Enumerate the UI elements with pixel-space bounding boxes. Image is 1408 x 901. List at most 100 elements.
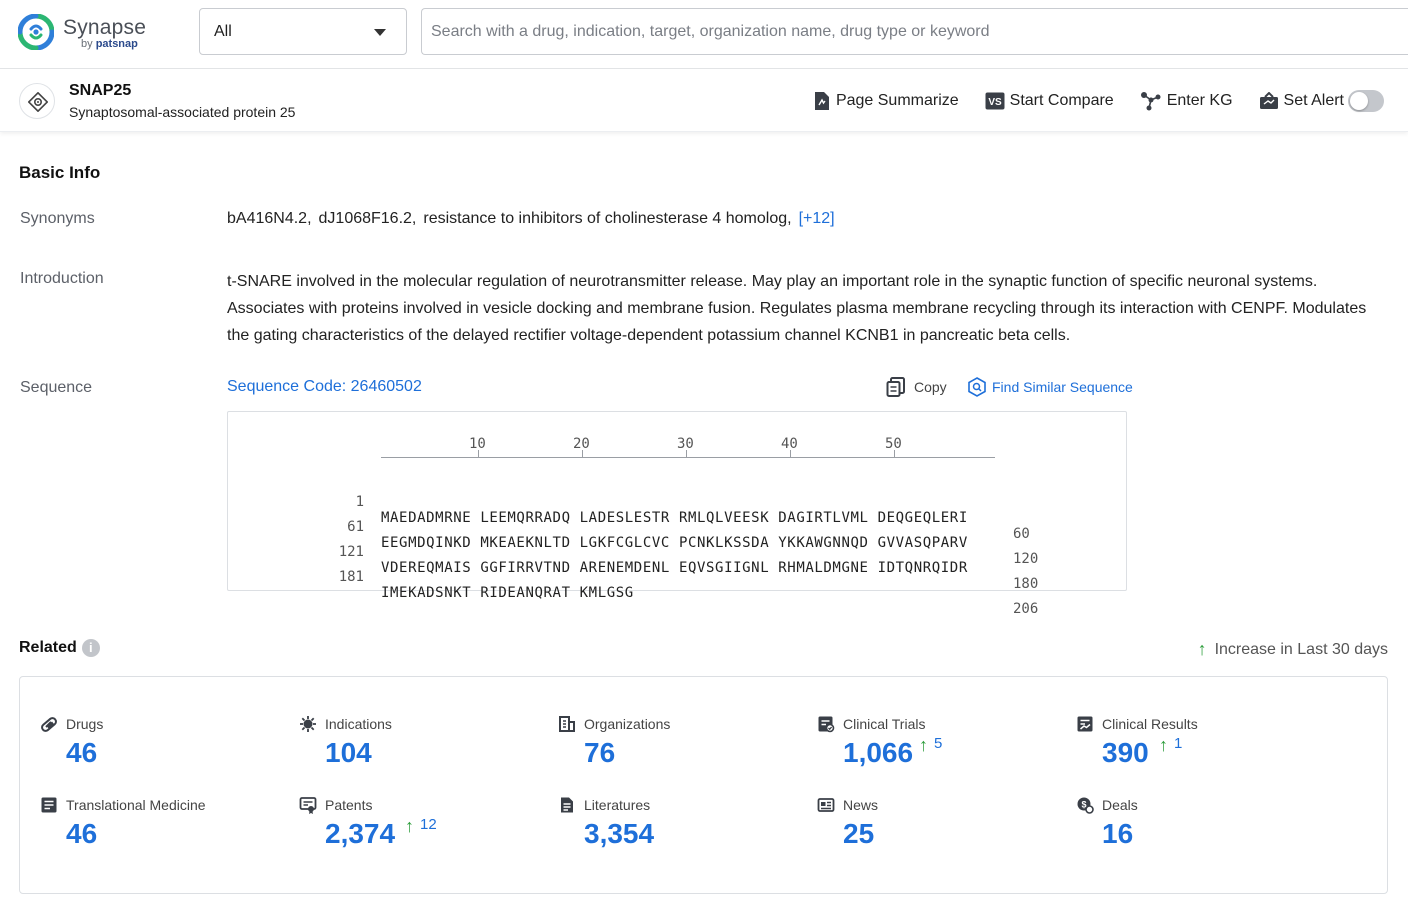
stat-label: Clinical Results [1102,716,1198,732]
summarize-icon [813,91,831,111]
increase-legend-label: Increase in Last 30 days [1215,641,1388,659]
ruler-tick-mark [478,450,479,457]
logo-name: Synapse [63,16,146,40]
virus-icon [299,715,317,733]
increase-arrow-icon: ↑ [1159,735,1168,755]
basic-info-heading: Basic Info [19,163,100,183]
introduction-text: t-SNARE involved in the molecular regula… [227,268,1392,349]
introduction-label: Introduction [20,270,104,288]
page-title: SNAP25 [69,82,131,100]
news-icon [817,796,835,814]
target-icon [19,83,55,119]
stat-increase-count[interactable]: 1 [1174,735,1182,753]
caret-down-icon [374,29,386,36]
sequence-row: 121 VDEREQMAIS GGFIRRVTND ARENEMDENL EQV… [228,528,1128,548]
page-summarize-button[interactable]: Page Summarize [813,91,959,111]
stat-increase-count[interactable]: 5 [934,735,942,753]
synonyms-more-link[interactable]: [+12] [799,210,835,227]
stat-organizations[interactable]: Organizations 76 [558,715,798,787]
stat-header: Patents [299,796,372,814]
copy-sequence-button[interactable]: Copy [886,377,947,397]
medicine-icon [40,796,58,814]
stat-clinical-trials[interactable]: Clinical Trials 1,066 ↑ 5 [817,715,1057,787]
stat-news[interactable]: News 25 [817,796,1057,868]
stat-label: Patents [325,797,372,813]
related-stats-panel: Drugs 46 Indications 104 Organizations 7… [19,676,1388,894]
increase-arrow-icon: ↑ [1198,639,1207,660]
stat-label: Translational Medicine [66,797,206,813]
stat-value[interactable]: 16 [1102,818,1133,850]
ruler-tick-mark [582,450,583,457]
deal-icon: $ [1076,796,1094,814]
toggle-knob [1350,92,1368,110]
ruler-tick-mark [894,450,895,457]
search-scope-select[interactable]: All [199,8,407,55]
page-subtitle: Synaptosomal-associated protein 25 [69,104,295,120]
synapse-logo[interactable]: Synapse by patsnap [18,14,188,54]
stat-increase: ↑ 1 [1159,735,1182,755]
stat-clinical-results[interactable]: Clinical Results 390 ↑ 1 [1076,715,1316,787]
sequence-row-end: 180 [1013,576,1038,592]
sequence-code-link[interactable]: Sequence Code: 26460502 [227,378,422,396]
find-similar-label: Find Similar Sequence [992,379,1133,395]
related-title: Related [19,639,77,657]
copy-icon [886,377,906,397]
stat-value[interactable]: 104 [325,737,372,769]
stat-header: Clinical Results [1076,715,1198,733]
start-compare-button[interactable]: VS Start Compare [985,92,1114,110]
enter-kg-button[interactable]: Enter KG [1140,91,1233,111]
set-alert-label: Set Alert [1284,92,1344,110]
find-similar-sequence-button[interactable]: Find Similar Sequence [967,377,1133,397]
stat-value[interactable]: 46 [66,818,97,850]
stat-header: Clinical Trials [817,715,925,733]
search-input[interactable] [422,9,1408,54]
page-summarize-label: Page Summarize [836,92,959,110]
stat-label: Drugs [66,716,103,732]
enter-kg-label: Enter KG [1167,92,1233,110]
logo-byline: by patsnap [81,38,138,50]
alert-toggle[interactable] [1348,90,1384,112]
info-icon[interactable]: i [82,639,100,657]
stat-literatures[interactable]: Literatures 3,354 [558,796,798,868]
stat-increase-count[interactable]: 12 [420,816,437,834]
synonym: bA416N4.2, [227,210,312,227]
synapse-logo-icon [18,14,54,50]
start-compare-label: Start Compare [1010,92,1114,110]
stat-value[interactable]: 25 [843,818,874,850]
building-icon [558,715,576,733]
set-alert-button[interactable]: Set Alert [1259,92,1344,110]
alert-icon [1259,92,1279,110]
stat-drugs[interactable]: Drugs 46 [40,715,280,787]
results-icon [1076,715,1094,733]
stat-label: Literatures [584,797,650,813]
stat-increase: ↑ 12 [405,816,437,836]
stat-indications[interactable]: Indications 104 [299,715,539,787]
stat-value[interactable]: 76 [584,737,615,769]
stat-value[interactable]: 3,354 [584,818,654,850]
synonym: resistance to inhibitors of cholinestera… [423,210,791,227]
sequence-row: 61 EEGMDQINKD MKEAEKNLTD LGKFCGLCVC PCNK… [228,503,1128,523]
search-box[interactable] [421,8,1408,55]
sequence-row-start: 181 [228,569,364,585]
increase-arrow-icon: ↑ [405,816,414,836]
sequence-row: 1 MAEDADMRNE LEEMQRRADQ LADESLESTR RMLQL… [228,478,1128,498]
stat-patents[interactable]: Patents 2,374 ↑ 12 [299,796,539,868]
logo-by-word: by [81,38,93,50]
stat-header: Literatures [558,796,650,814]
stat-label: Deals [1102,797,1138,813]
stat-value[interactable]: 1,066 [843,737,913,769]
related-heading: Related i [19,639,100,657]
stat-header: Translational Medicine [40,796,206,814]
stat-value[interactable]: 46 [66,737,97,769]
stat-value[interactable]: 2,374 [325,818,395,850]
stat-value[interactable]: 390 [1102,737,1149,769]
stat-header: Indications [299,715,392,733]
stat-translational-medicine[interactable]: Translational Medicine 46 [40,796,280,868]
ruler-tick-mark [790,450,791,457]
stat-header: $ Deals [1076,796,1138,814]
stat-deals[interactable]: $ Deals 16 [1076,796,1316,868]
crosshair-icon [28,92,48,112]
search-scope-value: All [214,23,232,41]
increase-arrow-icon: ↑ [919,735,928,755]
svg-text:VS: VS [988,97,1002,108]
